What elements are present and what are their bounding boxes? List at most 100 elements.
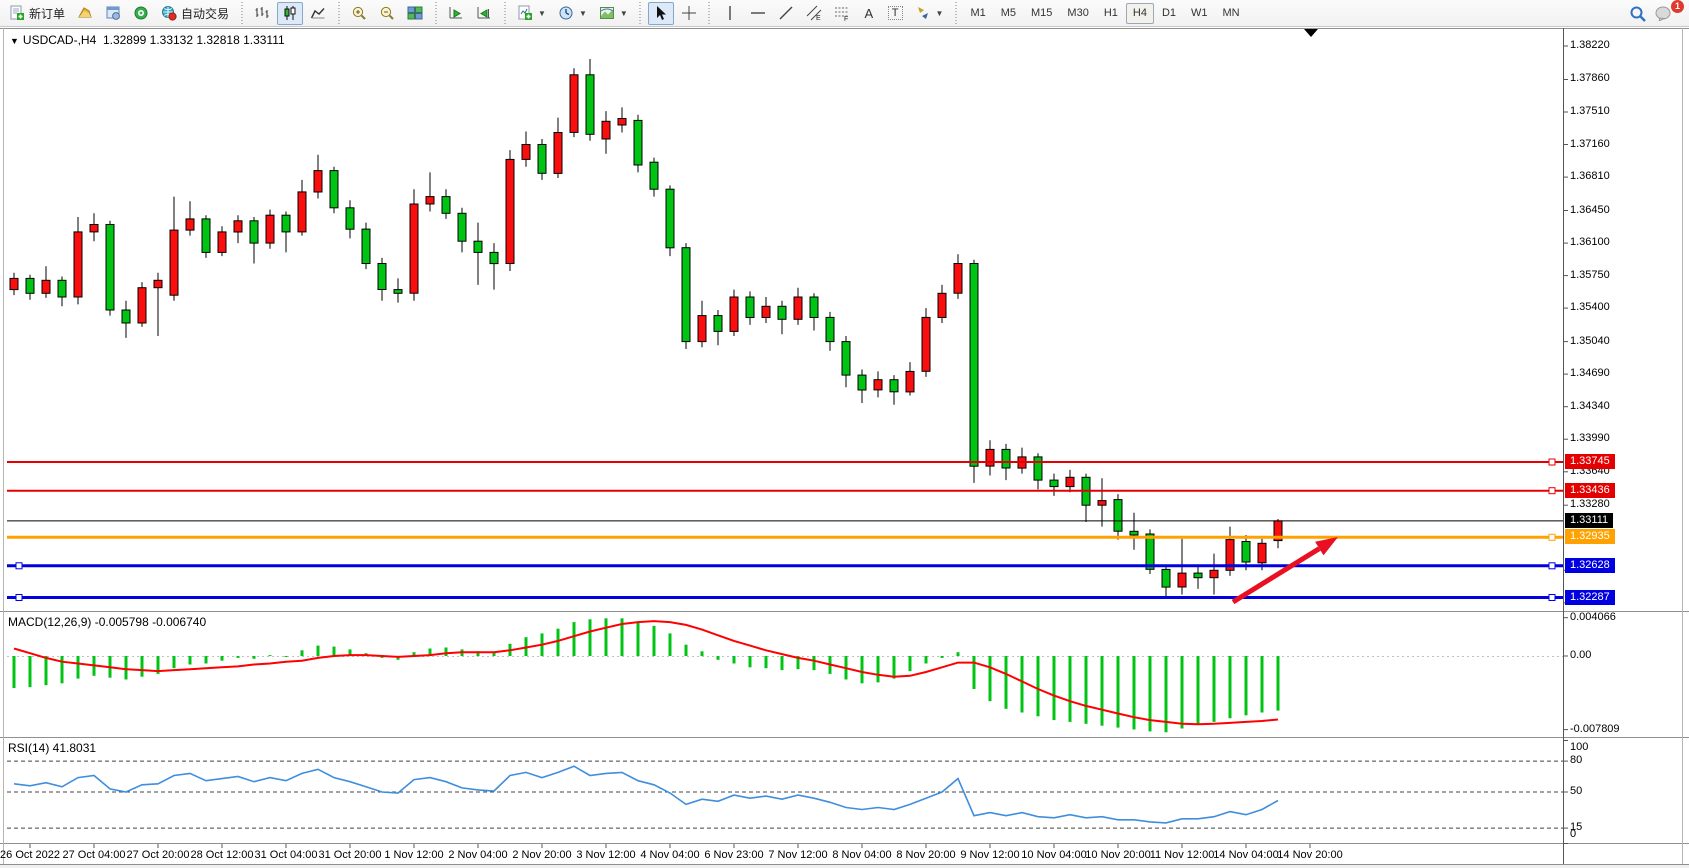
bar-chart-button[interactable] <box>249 2 275 25</box>
trendline-tool-button[interactable] <box>773 2 799 25</box>
macd-histogram-bar <box>237 656 240 658</box>
timeframe-button-M15[interactable]: M15 <box>1024 3 1059 24</box>
macd-histogram-bar <box>1181 656 1184 729</box>
candle-body <box>730 297 738 331</box>
vertical-line-tool-button[interactable] <box>717 2 743 25</box>
price-tick-label: 1.33280 <box>1570 498 1610 510</box>
candle-body <box>1178 573 1186 587</box>
time-tick-label: 27 Oct 04:00 <box>63 849 126 861</box>
timeframe-button-M5[interactable]: M5 <box>994 3 1023 24</box>
candle-body <box>426 197 434 204</box>
candle-body <box>554 133 562 174</box>
line-chart-button[interactable] <box>305 2 331 25</box>
candle-body <box>442 197 450 214</box>
new-order-button[interactable]: 新订单 <box>4 2 70 25</box>
candlestick-chart-icon <box>282 5 298 21</box>
time-tick-label: 1 Nov 12:00 <box>384 849 443 861</box>
candle-body <box>314 171 322 192</box>
notifications-icon[interactable]: 1 <box>1655 5 1677 21</box>
price-tick-label: 1.36100 <box>1570 236 1610 248</box>
fibonacci-tool-button[interactable]: F <box>829 2 855 25</box>
macd-histogram-bar <box>141 656 144 677</box>
candle-body <box>602 121 610 139</box>
cursor-icon <box>653 5 669 21</box>
candle-body <box>186 219 194 230</box>
autotrading-label: 自动交易 <box>181 5 229 22</box>
arrows-tool-button[interactable]: ▼ <box>910 2 949 25</box>
candle-body <box>842 342 850 376</box>
vertical-line-icon <box>722 5 738 21</box>
channel-tag: E <box>816 15 821 21</box>
tile-windows-button[interactable] <box>402 2 428 25</box>
horizontal-line-tool-button[interactable] <box>745 2 771 25</box>
candle-body <box>74 232 82 297</box>
zoom-in-button[interactable] <box>346 2 372 25</box>
line-drag-handle[interactable] <box>1549 534 1555 540</box>
search-icon[interactable] <box>1629 5 1645 21</box>
macd-histogram-bar <box>749 656 752 667</box>
fibonacci-icon: F <box>834 5 850 21</box>
timeframe-button-MN[interactable]: MN <box>1216 3 1247 24</box>
price-badge: 1.32287 <box>1565 590 1615 605</box>
new-chart-button[interactable]: ▼ <box>512 2 551 25</box>
navigator-button[interactable] <box>128 2 154 25</box>
new-order-icon <box>9 5 25 21</box>
periods-button[interactable]: ▼ <box>553 2 592 25</box>
templates-button[interactable]: ▼ <box>594 2 633 25</box>
time-tick-label: 8 Nov 20:00 <box>896 849 955 861</box>
candle-body <box>938 293 946 317</box>
data-window-button[interactable] <box>100 2 126 25</box>
chevron-down-icon[interactable]: ▼ <box>538 9 546 18</box>
timeframe-button-W1[interactable]: W1 <box>1184 3 1215 24</box>
chart-title-bar[interactable]: ▼USDCAD-,H4 1.32899 1.33132 1.32818 1.33… <box>10 33 285 47</box>
line-drag-handle[interactable] <box>1549 459 1555 465</box>
candle-body <box>1114 500 1122 532</box>
line-drag-handle[interactable] <box>1549 563 1555 569</box>
chevron-down-icon[interactable]: ▼ <box>936 9 944 18</box>
channel-tool-button[interactable]: E <box>801 2 827 25</box>
macd-axis-label: -0.007809 <box>1570 723 1620 735</box>
label-tool-button[interactable]: T <box>883 2 908 25</box>
trendline-icon <box>778 5 794 21</box>
candlestick-chart-button[interactable] <box>277 2 303 25</box>
collapse-chart-icon[interactable]: ▼ <box>10 36 19 46</box>
line-drag-handle[interactable] <box>1549 488 1555 494</box>
timeframe-button-H4[interactable]: H4 <box>1126 3 1154 24</box>
macd-histogram-bar <box>717 656 720 660</box>
macd-histogram-bar <box>1245 656 1248 715</box>
autotrading-icon <box>161 5 177 21</box>
auto-scroll-button[interactable] <box>443 2 469 25</box>
time-tick-label: 9 Nov 12:00 <box>960 849 1019 861</box>
timeframe-button-H1[interactable]: H1 <box>1097 3 1125 24</box>
candle-body <box>858 375 866 390</box>
text-tool-button[interactable]: A <box>857 2 881 25</box>
macd-histogram-bar <box>1101 656 1104 726</box>
timeframe-button-M1[interactable]: M1 <box>963 3 992 24</box>
price-tick-label: 1.36450 <box>1570 204 1610 216</box>
candle-body <box>1162 569 1170 587</box>
chevron-down-icon[interactable]: ▼ <box>579 9 587 18</box>
toolbar-right-cluster: 1 <box>1629 5 1685 21</box>
autotrading-button[interactable]: 自动交易 <box>156 2 234 25</box>
chevron-down-icon[interactable]: ▼ <box>620 9 628 18</box>
candle-body <box>714 316 722 332</box>
time-tick-label: 2 Nov 04:00 <box>448 849 507 861</box>
zoom-out-button[interactable] <box>374 2 400 25</box>
timeframe-button-M30[interactable]: M30 <box>1060 3 1095 24</box>
candle-body <box>794 297 802 319</box>
crosshair-tool-button[interactable] <box>676 2 702 25</box>
line-drag-handle[interactable] <box>16 595 22 601</box>
notification-badge[interactable]: 1 <box>1671 0 1684 13</box>
toolbar-separator <box>707 2 712 24</box>
chart-canvas[interactable] <box>0 0 1689 868</box>
line-drag-handle[interactable] <box>1549 595 1555 601</box>
macd-histogram-bar <box>333 647 336 656</box>
price-badge: 1.33745 <box>1565 454 1615 469</box>
market-watch-button[interactable] <box>72 2 98 25</box>
rsi-axis-label: 100 <box>1570 741 1588 753</box>
chart-shift-button[interactable] <box>471 2 497 25</box>
timeframe-button-D1[interactable]: D1 <box>1155 3 1183 24</box>
new-order-label: 新订单 <box>29 5 65 22</box>
line-drag-handle[interactable] <box>16 563 22 569</box>
cursor-tool-button[interactable] <box>648 2 674 25</box>
